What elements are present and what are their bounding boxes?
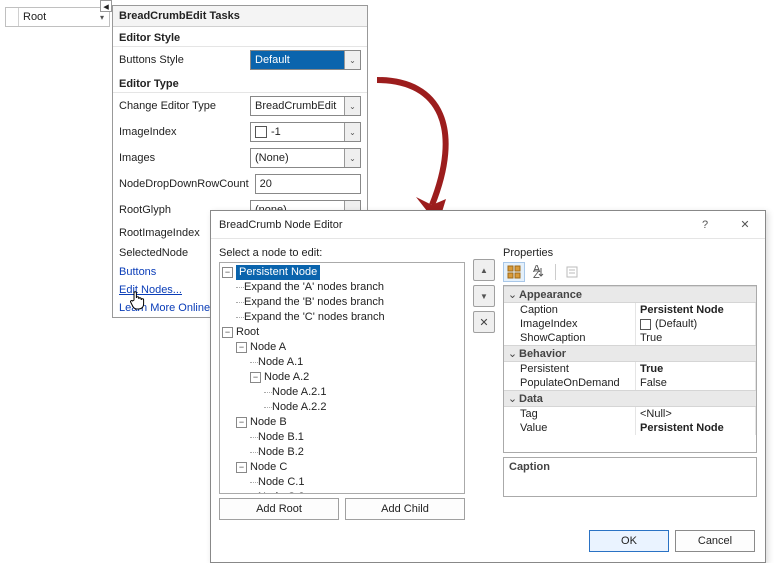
close-button[interactable]: ✕ xyxy=(725,211,765,238)
property-grid-toolbar: AZ xyxy=(503,262,757,282)
breadcrumb-glyph-slot xyxy=(6,8,19,26)
prop-name-populate[interactable]: PopulateOnDemand xyxy=(504,376,636,390)
close-icon: ✕ xyxy=(740,218,749,231)
label-node-dd-rowcount: NodeDropDownRowCount xyxy=(119,178,249,190)
tree-node[interactable]: Node B.2 xyxy=(258,445,304,460)
chevron-down-icon[interactable]: ⌄ xyxy=(344,51,360,69)
categorized-view-button[interactable] xyxy=(503,262,525,282)
alphabetical-view-button[interactable]: AZ xyxy=(528,262,550,282)
prop-name-caption[interactable]: Caption xyxy=(504,303,636,317)
move-down-button[interactable]: ▼ xyxy=(473,285,495,307)
node-tree[interactable]: −Persistent Node Expand the 'A' nodes br… xyxy=(219,262,465,494)
chevron-down-icon[interactable]: ⌄ xyxy=(344,123,360,141)
tasks-title: BreadCrumbEdit Tasks xyxy=(113,6,367,27)
chevron-down-icon[interactable]: ⌄ xyxy=(506,288,519,301)
breadcrumb-edit[interactable]: Root ▾ xyxy=(5,7,110,27)
tree-node[interactable]: Node A xyxy=(250,340,286,355)
tree-node[interactable]: Node C.2 xyxy=(258,490,304,494)
arrow-down-icon: ▼ xyxy=(480,292,488,301)
tree-node[interactable]: Node A.2.1 xyxy=(272,385,326,400)
tree-node[interactable]: Node B.1 xyxy=(258,430,304,445)
chevron-down-icon[interactable]: ⌄ xyxy=(344,149,360,167)
collapse-icon[interactable]: − xyxy=(222,327,233,338)
prop-val-caption[interactable]: Persistent Node xyxy=(636,303,756,317)
tree-node[interactable]: Node B xyxy=(250,415,287,430)
combo-change-editor-type[interactable]: BreadCrumbEdit⌄ xyxy=(250,96,361,116)
label-change-editor-type: Change Editor Type xyxy=(119,100,244,112)
svg-text:Z: Z xyxy=(533,269,540,279)
add-root-button[interactable]: Add Root xyxy=(219,498,339,520)
collapse-icon[interactable]: − xyxy=(222,267,233,278)
chevron-down-icon[interactable]: ⌄ xyxy=(506,392,519,405)
tree-node[interactable]: Node A.1 xyxy=(258,355,303,370)
dialog-title: BreadCrumb Node Editor xyxy=(219,219,685,231)
label-buttons-style: Buttons Style xyxy=(119,54,244,66)
ok-button[interactable]: OK xyxy=(589,530,669,552)
cancel-button[interactable]: Cancel xyxy=(675,530,755,552)
section-editor-type: Editor Type xyxy=(113,73,367,93)
delete-button[interactable]: ✕ xyxy=(473,311,495,333)
prop-name-value[interactable]: Value xyxy=(504,421,636,435)
prop-val-imageindex[interactable]: (Default) xyxy=(636,317,756,331)
input-node-dd-rowcount[interactable]: 20 xyxy=(255,174,361,194)
arrow-annotation xyxy=(362,70,472,230)
prop-name-imageindex[interactable]: ImageIndex xyxy=(504,317,636,331)
prop-name-persistent[interactable]: Persistent xyxy=(504,362,636,376)
prop-val-value[interactable]: Persistent Node xyxy=(636,421,756,435)
collapse-icon[interactable]: − xyxy=(236,462,247,473)
tree-node[interactable]: Node A.2.2 xyxy=(272,400,326,415)
tree-node-root[interactable]: Root xyxy=(236,325,259,340)
combo-images[interactable]: (None)⌄ xyxy=(250,148,361,168)
tree-node[interactable]: Expand the 'C' nodes branch xyxy=(244,310,385,325)
add-child-button[interactable]: Add Child xyxy=(345,498,465,520)
combo-image-index[interactable]: -1⌄ xyxy=(250,122,361,142)
chevron-down-icon[interactable]: ▾ xyxy=(95,13,109,22)
prop-val-showcaption[interactable]: True xyxy=(636,331,756,345)
dialog-titlebar[interactable]: BreadCrumb Node Editor ? ✕ xyxy=(211,211,765,239)
tree-node[interactable]: Expand the 'A' nodes branch xyxy=(244,280,384,295)
tree-node[interactable]: Node C xyxy=(250,460,287,475)
section-editor-style: Editor Style xyxy=(113,27,367,47)
collapse-icon[interactable]: − xyxy=(250,372,261,383)
x-icon: ✕ xyxy=(479,316,488,329)
node-editor-dialog: BreadCrumb Node Editor ? ✕ Select a node… xyxy=(210,210,766,563)
help-button[interactable]: ? xyxy=(685,211,725,238)
question-icon: ? xyxy=(702,219,708,231)
tree-node-persistent[interactable]: Persistent Node xyxy=(236,265,320,280)
breadcrumb-root-text: Root xyxy=(19,11,95,23)
smart-tag-glyph[interactable]: ◂ xyxy=(100,0,112,12)
collapse-icon[interactable]: − xyxy=(236,342,247,353)
label-images: Images xyxy=(119,152,244,164)
property-description: Caption xyxy=(503,457,757,497)
arrow-up-icon: ▲ xyxy=(480,266,488,275)
prop-val-persistent[interactable]: True xyxy=(636,362,756,376)
chevron-down-icon[interactable]: ⌄ xyxy=(506,347,519,360)
move-up-button[interactable]: ▲ xyxy=(473,259,495,281)
tree-node[interactable]: Node C.1 xyxy=(258,475,304,490)
collapse-icon[interactable]: − xyxy=(236,417,247,428)
label-image-index: ImageIndex xyxy=(119,126,244,138)
prop-name-showcaption[interactable]: ShowCaption xyxy=(504,331,636,345)
combo-buttons-style[interactable]: Default⌄ xyxy=(250,50,361,70)
select-node-caption: Select a node to edit: xyxy=(219,245,465,262)
properties-caption: Properties xyxy=(503,245,757,262)
tree-node[interactable]: Node A.2 xyxy=(264,370,309,385)
property-pages-button[interactable] xyxy=(561,262,583,282)
property-grid[interactable]: ⌄Appearance CaptionPersistent Node Image… xyxy=(503,285,757,453)
hand-cursor-icon xyxy=(128,290,146,310)
tree-node[interactable]: Expand the 'B' nodes branch xyxy=(244,295,384,310)
prop-name-tag[interactable]: Tag xyxy=(504,407,636,421)
prop-val-populate[interactable]: False xyxy=(636,376,756,390)
chevron-down-icon[interactable]: ⌄ xyxy=(344,97,360,115)
prop-val-tag[interactable]: <Null> xyxy=(636,407,756,421)
